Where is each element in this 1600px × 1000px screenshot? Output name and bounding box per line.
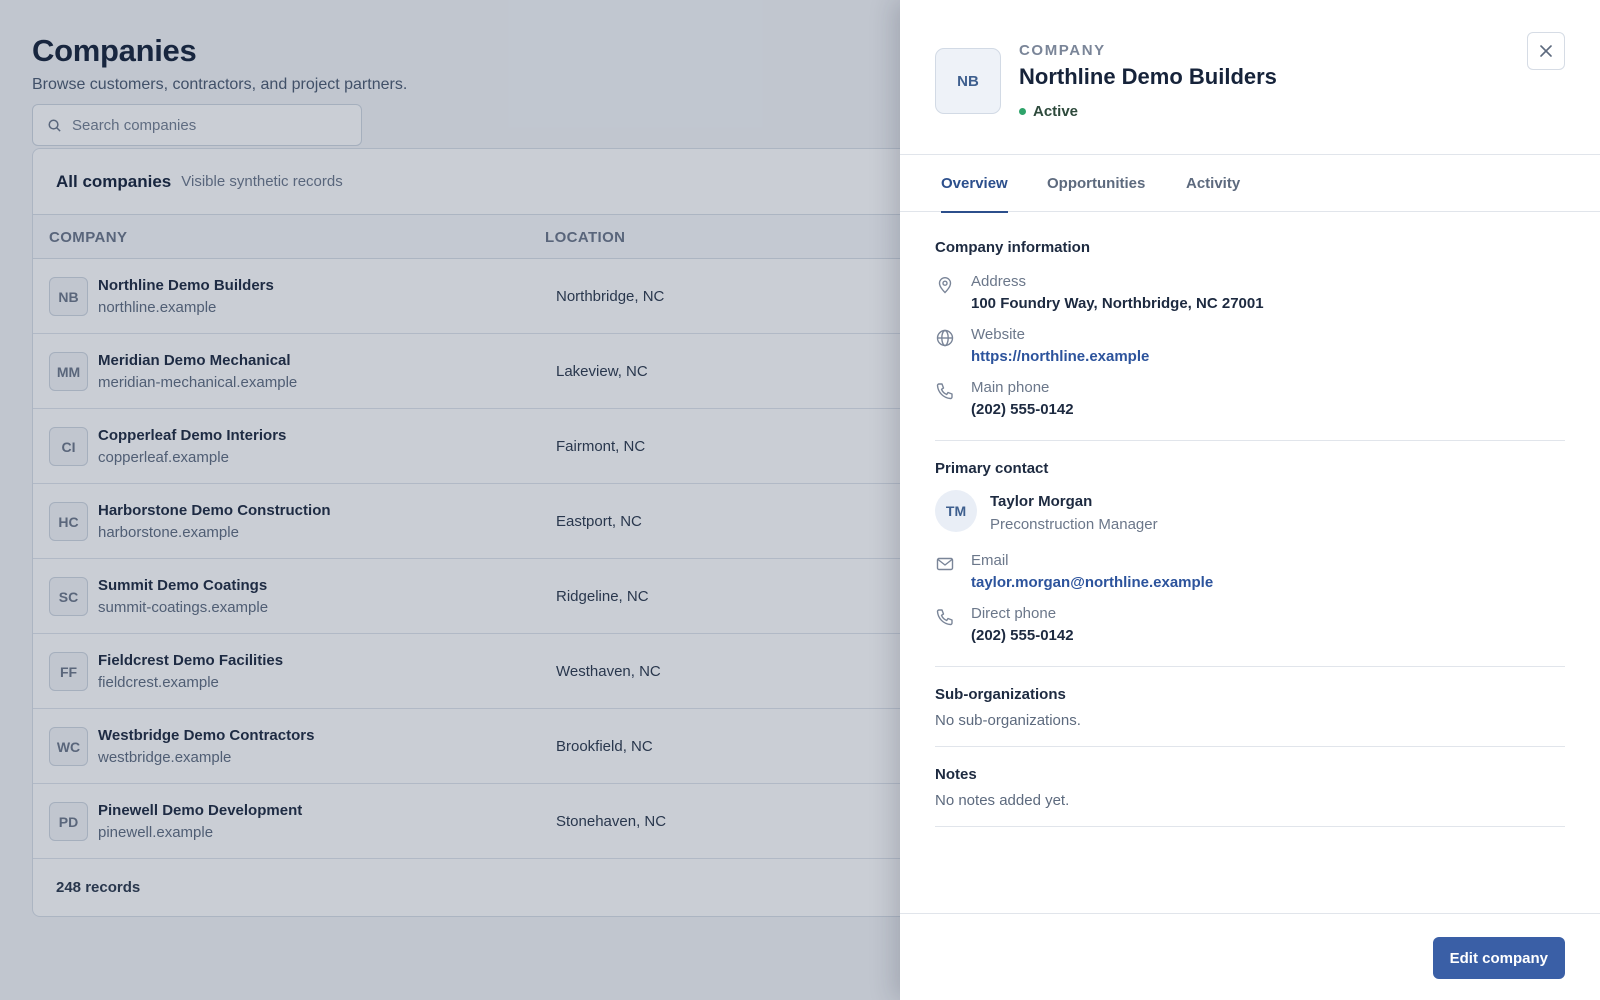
mail-icon bbox=[936, 557, 954, 571]
status-text: Active bbox=[1033, 103, 1079, 120]
divider bbox=[935, 440, 1565, 441]
divider bbox=[935, 826, 1565, 827]
primary-contact: TM Taylor Morgan Preconstruction Manager bbox=[935, 490, 1565, 550]
close-icon bbox=[1540, 45, 1552, 57]
status-dot-icon bbox=[1019, 108, 1026, 115]
tab-opportunities[interactable]: Opportunities bbox=[1047, 155, 1145, 212]
primary-contact-title: Primary contact bbox=[935, 460, 1049, 477]
edit-company-button[interactable]: Edit company bbox=[1432, 937, 1565, 979]
drawer-header: NB COMPANY Northline Demo Builders Activ… bbox=[900, 0, 1600, 155]
direct-phone-value: (202) 555-0142 bbox=[971, 627, 1074, 644]
close-button[interactable] bbox=[1527, 32, 1565, 70]
phone-icon bbox=[936, 383, 953, 400]
website-field: Website https://northline.example bbox=[935, 324, 1565, 377]
drawer-tabs: Overview Opportunities Activity bbox=[900, 155, 1600, 213]
main-phone-value: (202) 555-0142 bbox=[971, 401, 1074, 418]
address-label: Address bbox=[971, 273, 1027, 290]
modal-backdrop[interactable] bbox=[0, 0, 900, 1000]
company-detail-drawer: NB COMPANY Northline Demo Builders Activ… bbox=[900, 0, 1600, 1000]
contact-name: Taylor Morgan bbox=[990, 493, 1093, 510]
direct-phone-label: Direct phone bbox=[971, 605, 1057, 622]
email-field: Email taylor.morgan@northline.example bbox=[935, 550, 1565, 603]
tab-activity[interactable]: Activity bbox=[1186, 155, 1240, 212]
location-pin-icon bbox=[938, 277, 952, 294]
main-phone-field: Main phone (202) 555-0142 bbox=[935, 377, 1565, 430]
notes-empty: No notes added yet. bbox=[935, 792, 1070, 809]
phone-icon bbox=[936, 609, 953, 626]
contact-role: Preconstruction Manager bbox=[990, 516, 1158, 533]
sub-orgs-empty: No sub-organizations. bbox=[935, 712, 1081, 729]
sub-orgs-title: Sub-organizations bbox=[935, 686, 1066, 703]
website-link[interactable]: https://northline.example bbox=[971, 348, 1565, 365]
status-badge: Active bbox=[1019, 103, 1078, 120]
drawer-eyebrow: COMPANY bbox=[1019, 42, 1106, 59]
company-info-title: Company information bbox=[935, 239, 1091, 256]
address-field: Address 100 Foundry Way, Northbridge, NC… bbox=[935, 271, 1565, 324]
divider bbox=[935, 746, 1565, 747]
drawer-footer: Edit company bbox=[900, 913, 1600, 1000]
address-value: 100 Foundry Way, Northbridge, NC 27001 bbox=[971, 295, 1264, 312]
notes-title: Notes bbox=[935, 766, 977, 783]
divider bbox=[935, 666, 1565, 667]
company-logo: NB bbox=[935, 48, 1001, 114]
drawer-title: Northline Demo Builders bbox=[1019, 64, 1277, 89]
website-label: Website bbox=[971, 326, 1025, 343]
main-phone-label: Main phone bbox=[971, 379, 1050, 396]
globe-icon bbox=[936, 329, 954, 347]
avatar: TM bbox=[935, 490, 977, 532]
email-link[interactable]: taylor.morgan@northline.example bbox=[971, 574, 1565, 591]
email-label: Email bbox=[971, 552, 1009, 569]
tab-overview[interactable]: Overview bbox=[941, 155, 1008, 213]
overview-panel: Company information Address 100 Foundry … bbox=[935, 213, 1565, 827]
direct-phone-field: Direct phone (202) 555-0142 bbox=[935, 603, 1565, 656]
